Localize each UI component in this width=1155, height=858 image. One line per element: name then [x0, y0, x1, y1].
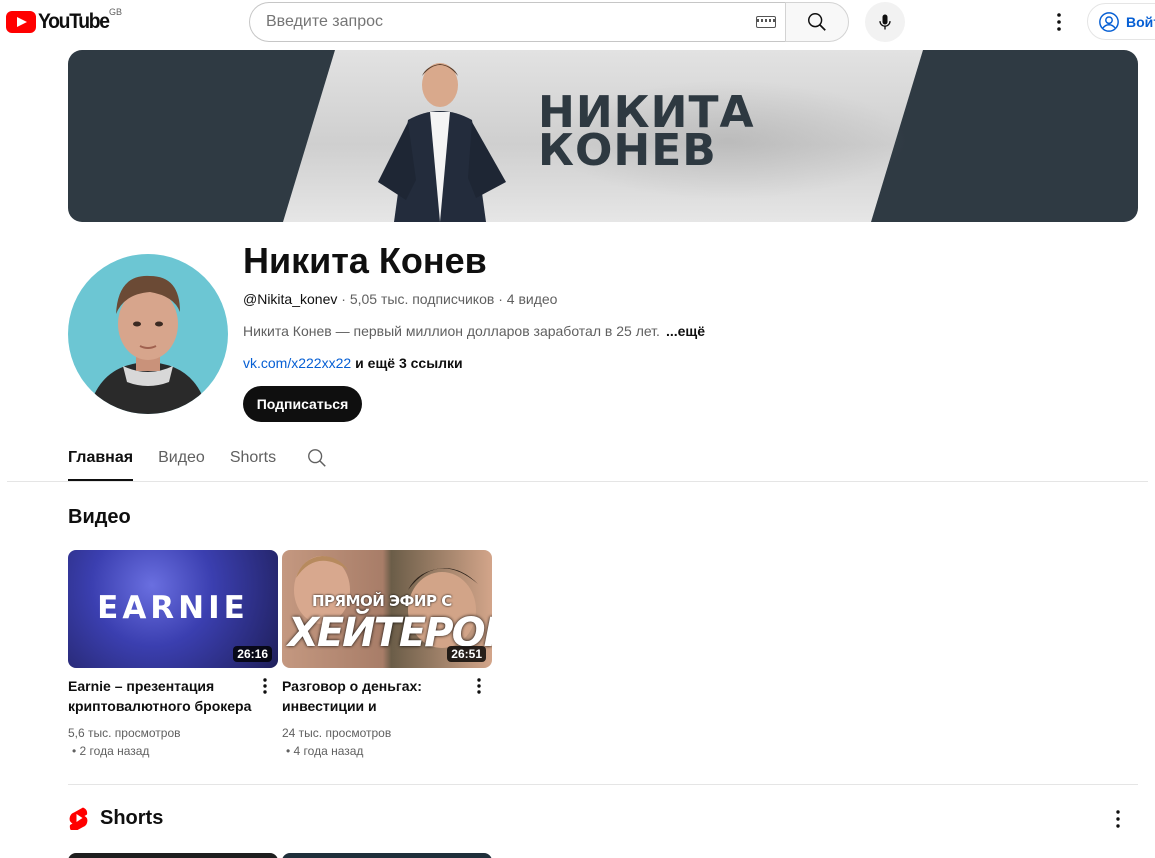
- tab-videos[interactable]: Видео: [158, 440, 205, 481]
- shorts-section-header: Shorts: [68, 806, 163, 830]
- logo-text: YouTube: [38, 10, 110, 33]
- region-code: GB: [109, 7, 123, 17]
- signin-button[interactable]: Войти: [1087, 3, 1155, 40]
- more-vert-icon: [1057, 13, 1061, 31]
- video-count: 4 видео: [506, 291, 558, 307]
- tab-home[interactable]: Главная: [68, 440, 134, 481]
- more-vert-icon: [263, 678, 267, 694]
- thumbnail-text-1: ПРЯМОЙ ЭФИР С: [312, 592, 452, 610]
- search-icon: [808, 13, 826, 31]
- video-menu-button[interactable]: [469, 676, 489, 696]
- shorts-section-title: Shorts: [100, 806, 164, 829]
- video-duration: 26:16: [233, 646, 272, 662]
- short-thumbnail[interactable]: [282, 853, 492, 858]
- channel-link[interactable]: vk.com/x222xx22: [243, 355, 351, 371]
- top-bar: YouTube GB Войти: [0, 0, 1155, 44]
- channel-tabs: Главная Видео Shorts: [68, 440, 301, 481]
- banner-title: НИКИТА КОНЕВ: [538, 91, 755, 173]
- video-title[interactable]: Earnie – презентация криптовалютного бро…: [68, 676, 253, 716]
- subscribe-button[interactable]: Подписаться: [243, 386, 362, 422]
- account-icon: [1099, 11, 1119, 32]
- youtube-play-icon: [6, 11, 36, 33]
- channel-links: vk.com/x222xx22 и ещё 3 ссылки: [243, 355, 463, 371]
- more-vert-icon: [477, 678, 481, 694]
- short-thumbnail[interactable]: [68, 853, 278, 858]
- signin-label: Войти: [1126, 13, 1155, 30]
- video-views: 24 тыс. просмотров: [282, 726, 392, 740]
- youtube-logo[interactable]: YouTube GB: [6, 7, 122, 34]
- video-thumbnail[interactable]: EARNIE 26:16: [68, 550, 278, 668]
- avatar-portrait: [88, 275, 208, 414]
- channel-handle[interactable]: @Nikita_konev: [243, 291, 337, 307]
- shorts-icon: [69, 807, 88, 830]
- meta-separator-1: ·: [337, 291, 350, 307]
- channel-description[interactable]: Никита Конев — первый миллион долларов з…: [243, 323, 705, 339]
- video-age: • 2 года назад: [72, 744, 150, 758]
- video-duration: 26:51: [447, 646, 486, 662]
- channel-meta: @Nikita_konev · 5,05 тыс. подписчиков · …: [243, 291, 557, 307]
- more-links-button[interactable]: и ещё 3 ссылки: [355, 355, 462, 371]
- description-text: Никита Конев — первый миллион долларов з…: [243, 323, 660, 339]
- channel-search-button[interactable]: [306, 447, 328, 469]
- channel-avatar[interactable]: [68, 254, 228, 414]
- voice-search-button[interactable]: [865, 2, 905, 42]
- shorts-menu-button[interactable]: [1108, 808, 1128, 830]
- more-vert-icon: [1116, 810, 1120, 828]
- video-views: 5,6 тыс. просмотров: [68, 726, 181, 740]
- search-input[interactable]: [266, 13, 736, 31]
- search-box: [249, 2, 786, 42]
- video-thumbnail[interactable]: ПРЯМОЙ ЭФИР С ХЕЙТЕРОМ 26:51: [282, 550, 492, 668]
- video-title[interactable]: Разговор о деньгах: инвестиции и финансо…: [282, 676, 467, 716]
- tabs-divider: [7, 481, 1148, 482]
- search-icon: [308, 449, 326, 467]
- microphone-icon: [879, 14, 891, 30]
- videos-section-title[interactable]: Видео: [68, 506, 131, 529]
- meta-separator-2: ·: [494, 291, 507, 307]
- section-divider: [68, 784, 1138, 785]
- description-more-link[interactable]: ...ещё: [666, 323, 705, 339]
- banner-person-image: [378, 63, 506, 222]
- tab-shorts[interactable]: Shorts: [230, 440, 276, 481]
- search-button[interactable]: [785, 2, 849, 42]
- channel-banner: НИКИТА КОНЕВ: [68, 50, 1138, 222]
- channel-name: Никита Конев: [243, 240, 487, 281]
- settings-menu-button[interactable]: [1046, 8, 1072, 36]
- video-card[interactable]: ПРЯМОЙ ЭФИР С ХЕЙТЕРОМ 26:51 Разговор о …: [282, 550, 492, 758]
- video-card[interactable]: EARNIE 26:16 Earnie – презентация крипто…: [68, 550, 278, 758]
- video-menu-button[interactable]: [255, 676, 275, 696]
- thumbnail-text: EARNIE: [97, 590, 249, 626]
- subscriber-count: 5,05 тыс. подписчиков: [349, 291, 495, 307]
- video-age: • 4 года назад: [286, 744, 364, 758]
- keyboard-icon[interactable]: [756, 16, 776, 28]
